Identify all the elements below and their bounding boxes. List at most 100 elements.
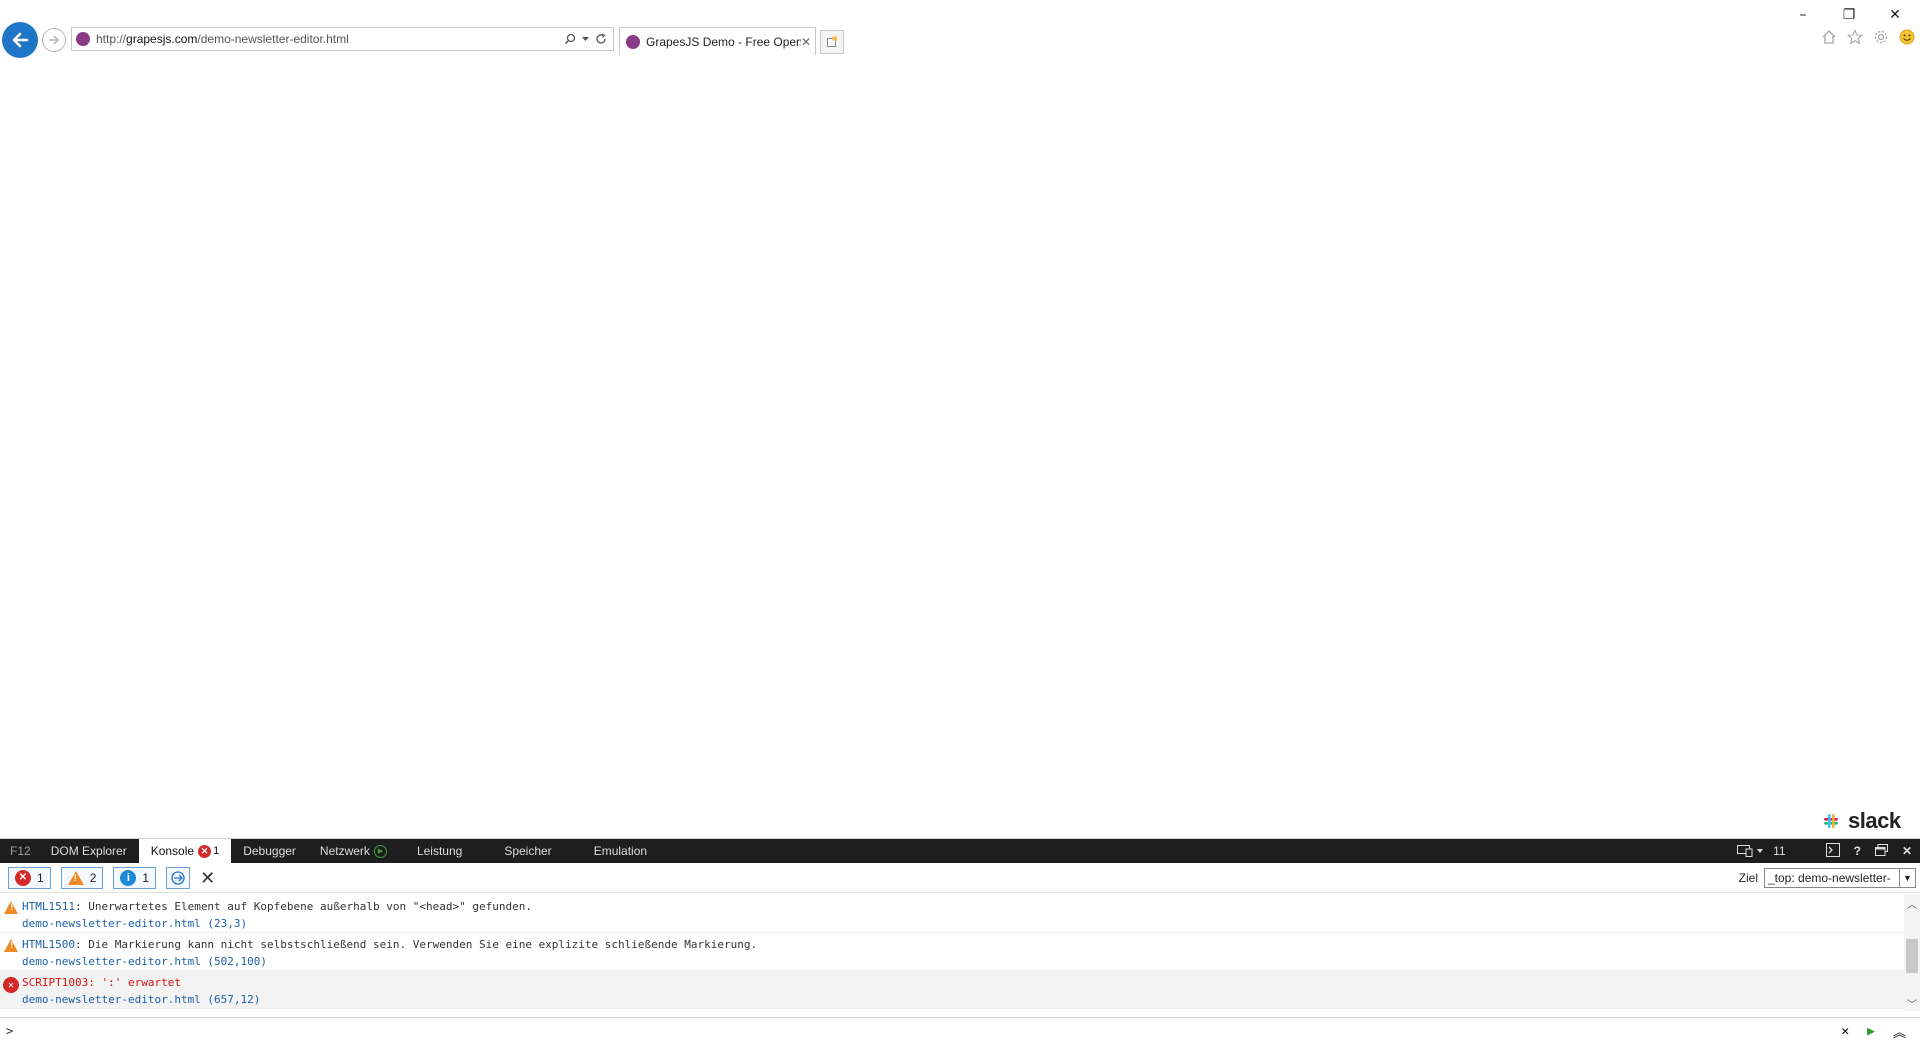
document-mode-value: 11 [1773, 844, 1786, 858]
warnings-count: 2 [89, 870, 97, 885]
tab-debugger[interactable]: Debugger [231, 839, 308, 863]
target-frame-value: _top: demo-newsletter- [1768, 870, 1891, 885]
tab-close-icon[interactable]: ✕ [801, 35, 815, 49]
clear-input-icon[interactable]: ✕ [1841, 1024, 1849, 1039]
tab-label: Leistung [416, 844, 463, 858]
info-count: 1 [142, 870, 150, 885]
help-button[interactable]: ? [1854, 844, 1861, 858]
tab-label: DOM Explorer [50, 844, 127, 858]
message-text: HTML1511: Unerwartetes Element auf Kopfe… [22, 900, 1904, 917]
info-icon: i [120, 869, 137, 886]
console-scrollbar[interactable]: ︿ ﹀ [1904, 895, 1920, 1011]
filter-info-button[interactable]: i 1 [113, 866, 157, 889]
favorites-star-icon[interactable] [1846, 28, 1864, 46]
console-message[interactable]: HTML1500: Die Markierung kann nicht selb… [0, 933, 1904, 971]
tab-favicon-icon [626, 34, 640, 49]
dropdown-caret-icon[interactable] [582, 36, 589, 42]
console-input[interactable] [19, 1021, 1842, 1041]
tab-emulation[interactable]: Emulation [582, 839, 659, 863]
ziel-label: Ziel [1738, 870, 1758, 885]
message-text: SCRIPT1003: ':' erwartet [22, 976, 1904, 993]
arrow-right-icon [49, 35, 60, 45]
console-prompt: > [6, 1024, 14, 1038]
clear-console-icon[interactable]: ✕ [200, 869, 215, 887]
expand-multiline-icon[interactable]: ︽ [1893, 1022, 1906, 1041]
close-devtools-icon[interactable]: ✕ [1902, 844, 1912, 858]
chevron-down-icon[interactable]: ﹀ [1904, 995, 1920, 1011]
settings-gear-icon[interactable] [1872, 28, 1890, 46]
message-description: : ':' erwartet [88, 976, 181, 989]
chevron-up-icon[interactable]: ︿ [1904, 895, 1920, 911]
record-play-icon: ▶ [373, 844, 387, 858]
devtools-right-controls: 11 ? ✕ [1737, 842, 1920, 860]
scrollbar-thumb[interactable] [1906, 939, 1918, 973]
search-icon[interactable] [564, 33, 576, 45]
browser-toolbar-right [1820, 28, 1916, 46]
devtools-f12-label: F12 [10, 844, 31, 858]
tab-label: Konsole [150, 844, 195, 858]
address-bar[interactable]: http://grapesjs.com/demo-newsletter-edit… [71, 27, 614, 51]
browser-titlebar: – ❐ ✕ http://grapesjs.com/demo-newslette… [0, 0, 1920, 78]
console-message[interactable]: HTML1511: Unerwartetes Element auf Kopfe… [0, 895, 1904, 933]
refresh-icon[interactable] [595, 33, 607, 45]
close-window-button[interactable]: ✕ [1874, 4, 1916, 26]
message-code: SCRIPT1003 [22, 976, 89, 989]
tab-title: GrapesJS Demo - Free Open... [646, 34, 801, 49]
browser-tab-active[interactable]: GrapesJS Demo - Free Open... ✕ [619, 27, 816, 55]
url-prefix: http:// [96, 32, 127, 46]
console-input-actions: ✕ ▶ ︽ [1841, 1022, 1920, 1041]
warning-icon [4, 901, 18, 914]
preserve-log-button[interactable] [166, 866, 191, 889]
slack-badge[interactable]: slack [1820, 808, 1901, 834]
warning-icon [4, 939, 18, 952]
message-source-link[interactable]: demo-newsletter-editor.html (23,3) [22, 917, 1904, 934]
preserve-log-icon [171, 870, 185, 885]
tab-speicher[interactable]: Speicher [492, 839, 581, 863]
restore-button[interactable]: ❐ [1828, 4, 1870, 26]
site-favicon-icon [76, 32, 90, 46]
devtools-panel: F12 DOM Explorer Konsole ✕ 1 Debugger Net… [0, 838, 1920, 1043]
error-count: 1 [213, 845, 220, 857]
slack-logo-icon [1824, 814, 1838, 828]
monitor-icon [1737, 845, 1753, 857]
smiley-feedback-icon[interactable] [1898, 28, 1916, 46]
url-domain: grapesjs.com [126, 32, 198, 46]
message-description: : Unerwartetes Element auf Kopfebene auß… [74, 900, 532, 913]
tab-label: Emulation [593, 844, 648, 858]
new-tab-button[interactable] [820, 30, 844, 54]
minimize-button[interactable]: – [1782, 4, 1824, 26]
console-toolbar: ✕ 1 2 i 1 ✕ Ziel _top: demo-newsletter- … [0, 863, 1920, 893]
message-source-link[interactable]: demo-newsletter-editor.html (502,100) [22, 955, 1904, 972]
warning-icon [67, 870, 84, 885]
slack-wordmark: slack [1848, 808, 1901, 833]
new-tab-icon [827, 36, 837, 47]
filter-errors-button[interactable]: ✕ 1 [8, 866, 51, 889]
message-description: : Die Markierung kann nicht selbstschlie… [74, 938, 758, 951]
url-text[interactable]: http://grapesjs.com/demo-newsletter-edit… [96, 32, 564, 46]
tab-konsole[interactable]: Konsole ✕ 1 [138, 839, 232, 863]
undock-icon[interactable] [1874, 843, 1888, 859]
forward-button[interactable] [42, 28, 66, 52]
tab-leistung[interactable]: Leistung [399, 839, 492, 863]
console-toggle-icon[interactable] [1825, 842, 1840, 860]
target-frame-select[interactable]: _top: demo-newsletter- ▼ [1764, 867, 1916, 888]
message-source-link[interactable]: demo-newsletter-editor.html (657,12) [22, 993, 1904, 1010]
error-icon: ✕ [198, 844, 212, 858]
error-icon: ✕ [15, 869, 31, 886]
run-script-icon[interactable]: ▶ [1867, 1024, 1875, 1039]
emulation-mode-dropdown[interactable]: 11 [1737, 844, 1786, 858]
tab-label: Netzwerk [319, 844, 370, 858]
console-input-line: > ✕ ▶ ︽ [0, 1017, 1920, 1044]
home-icon[interactable] [1820, 28, 1838, 46]
dropdown-caret-icon [1757, 849, 1764, 853]
console-message[interactable]: ✕ SCRIPT1003: ':' erwartet demo-newslett… [0, 971, 1904, 1009]
back-button[interactable] [2, 22, 38, 58]
address-bar-actions [564, 33, 613, 45]
error-icon: ✕ [3, 977, 19, 993]
tab-label: Debugger [243, 844, 296, 858]
filter-warnings-button[interactable]: 2 [60, 866, 104, 889]
message-text: HTML1500: Die Markierung kann nicht selb… [22, 938, 1904, 955]
tab-netzwerk[interactable]: Netzwerk ▶ [308, 839, 399, 863]
tab-dom-explorer[interactable]: DOM Explorer [39, 839, 139, 863]
errors-count: 1 [37, 870, 44, 885]
